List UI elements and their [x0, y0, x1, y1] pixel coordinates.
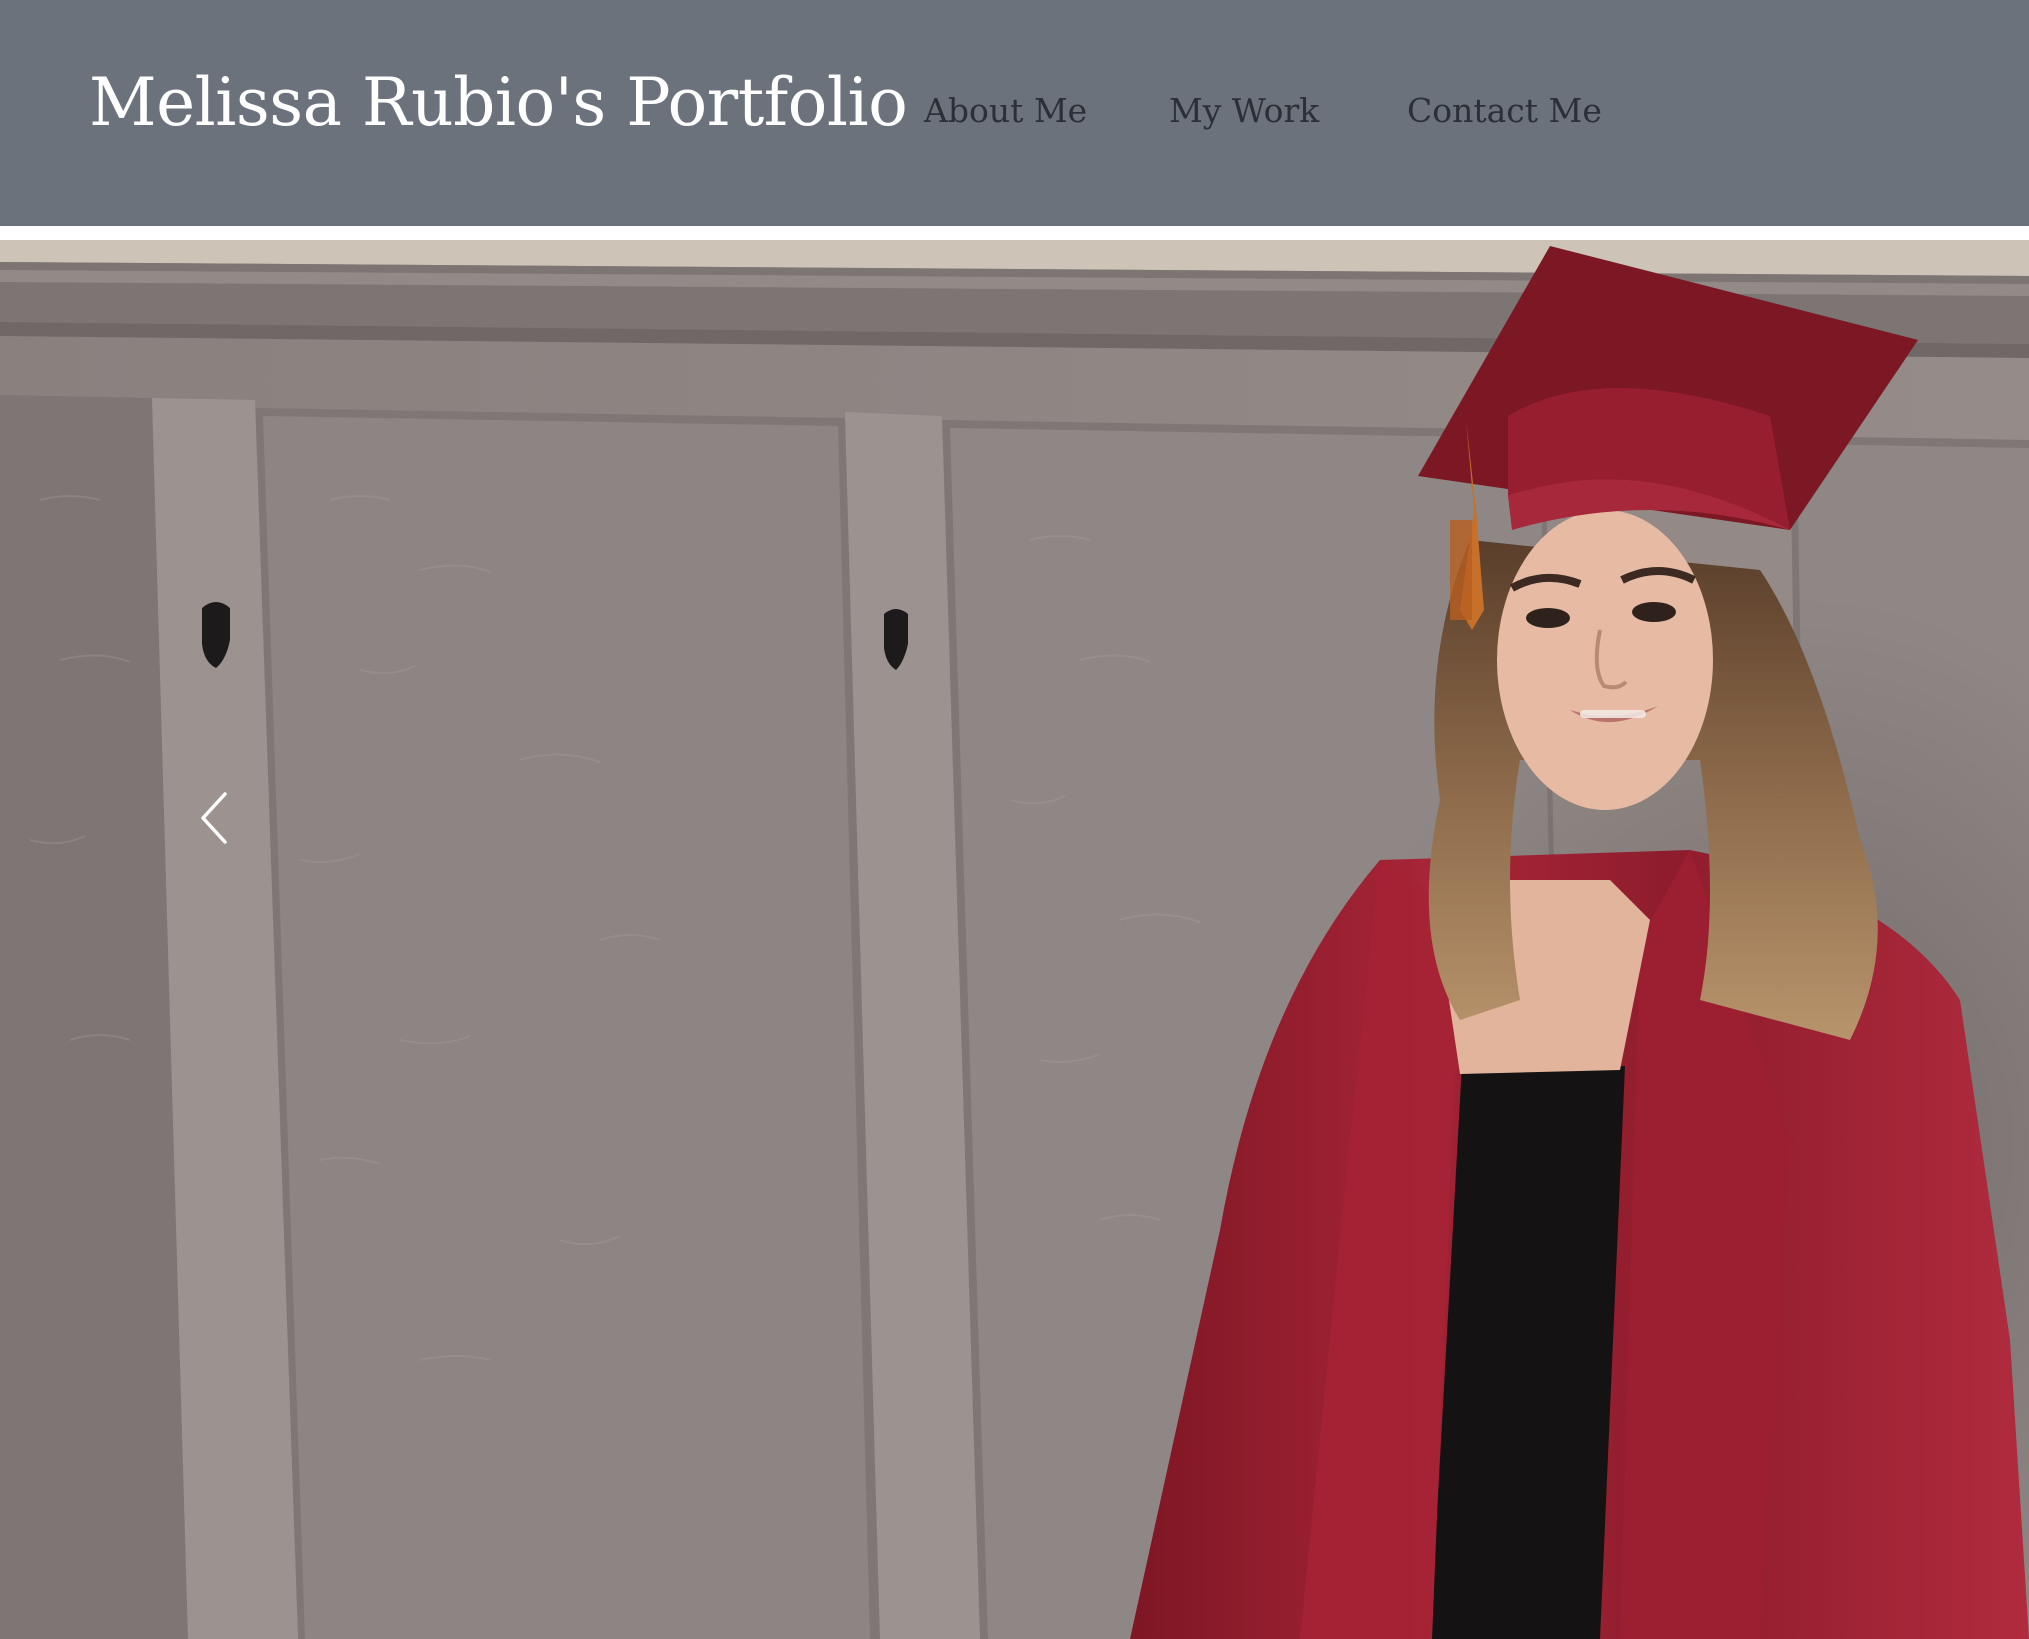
hero-slideshow [0, 240, 2029, 1639]
nav-my-work[interactable]: My Work [1169, 94, 1319, 127]
hero-photo [0, 240, 2029, 1639]
slideshow-prev-button[interactable] [191, 788, 235, 848]
site-header: Melissa Rubio's Portfolio About Me My Wo… [0, 0, 2029, 226]
header-divider [0, 226, 2029, 240]
nav-contact-me[interactable]: Contact Me [1407, 94, 1602, 127]
nav-about-me[interactable]: About Me [924, 94, 1087, 127]
site-title[interactable]: Melissa Rubio's Portfolio [89, 70, 908, 136]
chevron-left-icon [201, 792, 227, 844]
